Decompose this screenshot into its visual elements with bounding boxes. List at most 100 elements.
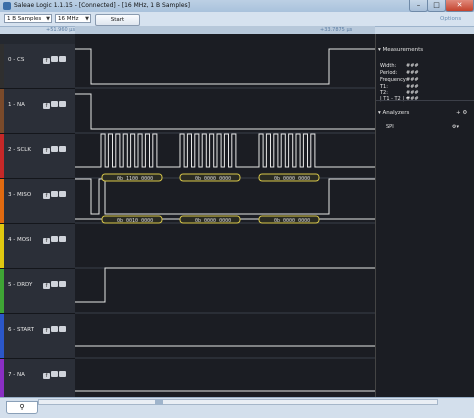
trigger-icon[interactable] xyxy=(51,101,58,107)
channel-label: 2 - SCLK xyxy=(8,147,31,153)
frequency-value: ### xyxy=(406,77,419,83)
channel-row-0[interactable]: 0 - CS f xyxy=(0,44,75,89)
trigger-icon[interactable] xyxy=(51,146,58,152)
channel-settings-icons[interactable]: f xyxy=(43,191,71,199)
edge-icon[interactable] xyxy=(59,56,66,62)
chevron-down-icon: ▼ xyxy=(46,16,50,22)
gear-icon[interactable]: f xyxy=(43,238,50,244)
channel-row-4[interactable]: 4 - MOSI f xyxy=(0,224,75,269)
mosi-decode-text: 0b 0000 0000 xyxy=(195,218,231,224)
channel-label: 6 - START xyxy=(8,327,34,333)
trigger-icon[interactable] xyxy=(51,236,58,242)
start-button[interactable]: Start xyxy=(95,14,140,26)
trigger-icon[interactable] xyxy=(51,326,58,332)
channel-color-0 xyxy=(0,44,4,88)
edge-icon[interactable] xyxy=(59,191,66,197)
channel-row-2[interactable]: 2 - SCLK f xyxy=(0,134,75,179)
channel-settings-icons[interactable]: f xyxy=(43,326,71,334)
horizontal-scrollbar[interactable] xyxy=(38,399,438,405)
width-label: Width: xyxy=(380,63,397,69)
channel-color-4 xyxy=(0,224,4,268)
ruler-right-label: +33.7875 µs xyxy=(320,27,353,33)
channel-row-6[interactable]: 6 - START f xyxy=(0,314,75,359)
measurements-title: Measurements xyxy=(382,47,424,53)
miso-decode-text: 0b 0000 0000 xyxy=(195,176,231,182)
chevron-down-icon[interactable]: ▾ xyxy=(456,124,459,130)
channel-settings-icons[interactable]: f xyxy=(43,371,71,379)
edge-icon[interactable] xyxy=(59,146,66,152)
gear-icon[interactable]: f xyxy=(43,193,50,199)
mosi-decode-1[interactable]: 0b 0000 0000 xyxy=(179,215,241,224)
app-icon xyxy=(3,2,11,10)
gear-icon[interactable]: f xyxy=(43,148,50,154)
channel-color-3 xyxy=(0,179,4,223)
divider xyxy=(376,100,474,101)
maximize-button[interactable]: □ xyxy=(427,0,446,12)
mosi-decode-text: 0b 0000 0000 xyxy=(274,218,310,224)
collapse-arrow-icon[interactable]: ▾ xyxy=(378,110,381,116)
sclk-waveform xyxy=(75,133,375,168)
gear-icon[interactable]: f xyxy=(43,103,50,109)
analyzer-settings[interactable]: ⚙▾ xyxy=(452,124,459,130)
channel-color-2 xyxy=(0,134,4,178)
channel-label: 4 - MOSI xyxy=(8,237,32,243)
edge-icon[interactable] xyxy=(59,371,66,377)
edge-icon[interactable] xyxy=(59,326,66,332)
collapse-arrow-icon[interactable]: ▾ xyxy=(378,47,381,53)
channel-settings-icons[interactable]: f xyxy=(43,146,71,154)
channel-label: 5 - DRDY xyxy=(8,282,33,288)
frequency-label: Frequency: xyxy=(380,77,408,83)
search-tab[interactable]: ⚲ xyxy=(6,401,38,414)
miso-decode-1[interactable]: 0b 0000 0000 xyxy=(179,173,241,182)
gear-icon[interactable]: f xyxy=(43,283,50,289)
edge-icon[interactable] xyxy=(59,101,66,107)
waveform-canvas[interactable]: 0b 1100 0000 0b 0000 0000 0b 0000 0000 0… xyxy=(75,34,375,397)
miso-decode-text: 0b 1100 0000 xyxy=(117,176,153,182)
channel-row-5[interactable]: 5 - DRDY f xyxy=(0,269,75,314)
search-icon: ⚲ xyxy=(19,403,25,411)
gear-icon[interactable]: f xyxy=(43,58,50,64)
measurements-header[interactable]: ▾ Measurements xyxy=(378,47,423,53)
channel-settings-icons[interactable]: f xyxy=(43,56,71,64)
scrollbar-thumb[interactable] xyxy=(155,399,163,405)
analyzers-title: Analyzers xyxy=(382,110,410,116)
gear-icon[interactable]: f xyxy=(43,328,50,334)
width-value: ### xyxy=(406,63,419,69)
period-value: ### xyxy=(406,70,419,76)
na-waveform xyxy=(75,93,375,130)
channel-settings-icons[interactable]: f xyxy=(43,101,71,109)
gear-icon[interactable]: ⚙ xyxy=(462,110,467,116)
cs-waveform xyxy=(75,48,375,85)
channel-settings-icons[interactable]: f xyxy=(43,236,71,244)
samples-value: 1 B Samples xyxy=(7,16,42,22)
edge-icon[interactable] xyxy=(59,236,66,242)
trigger-icon[interactable] xyxy=(51,191,58,197)
channel-row-1[interactable]: 1 - NA f xyxy=(0,89,75,134)
chevron-down-icon: ▼ xyxy=(85,16,89,22)
mosi-decode-text: 0b 0010 0000 xyxy=(117,218,153,224)
drdy-waveform xyxy=(75,267,375,303)
trigger-icon[interactable] xyxy=(51,371,58,377)
mosi-decode-0[interactable]: 0b 0010 0000 xyxy=(101,215,163,224)
add-icon[interactable]: + xyxy=(456,110,461,116)
trigger-icon[interactable] xyxy=(51,281,58,287)
miso-decode-2[interactable]: 0b 0000 0000 xyxy=(258,173,320,182)
mosi-decode-2[interactable]: 0b 0000 0000 xyxy=(258,215,320,224)
channel-panel: 0 - CS f 1 - NA f 2 - SCLK f 3 - MISO f … xyxy=(0,34,75,404)
channel-row-3[interactable]: 3 - MISO f xyxy=(0,179,75,224)
minimize-button[interactable]: – xyxy=(409,0,428,12)
analyzer-item-spi[interactable]: SPI xyxy=(386,124,394,130)
close-button[interactable]: ✕ xyxy=(445,0,474,12)
gear-icon[interactable]: f xyxy=(43,373,50,379)
channel-label: 0 - CS xyxy=(8,57,25,63)
analyzers-header[interactable]: ▾ Analyzers xyxy=(378,110,409,116)
options-button[interactable]: Options xyxy=(440,16,461,22)
edge-icon[interactable] xyxy=(59,281,66,287)
miso-decode-0[interactable]: 0b 1100 0000 xyxy=(101,173,163,182)
channel-color-6 xyxy=(0,314,4,358)
rate-dropdown[interactable]: 16 MHz ▼ xyxy=(55,14,91,23)
samples-dropdown[interactable]: 1 B Samples ▼ xyxy=(4,14,52,23)
trigger-icon[interactable] xyxy=(51,56,58,62)
channel-settings-icons[interactable]: f xyxy=(43,281,71,289)
add-analyzer-button[interactable]: + ⚙ xyxy=(456,110,467,116)
